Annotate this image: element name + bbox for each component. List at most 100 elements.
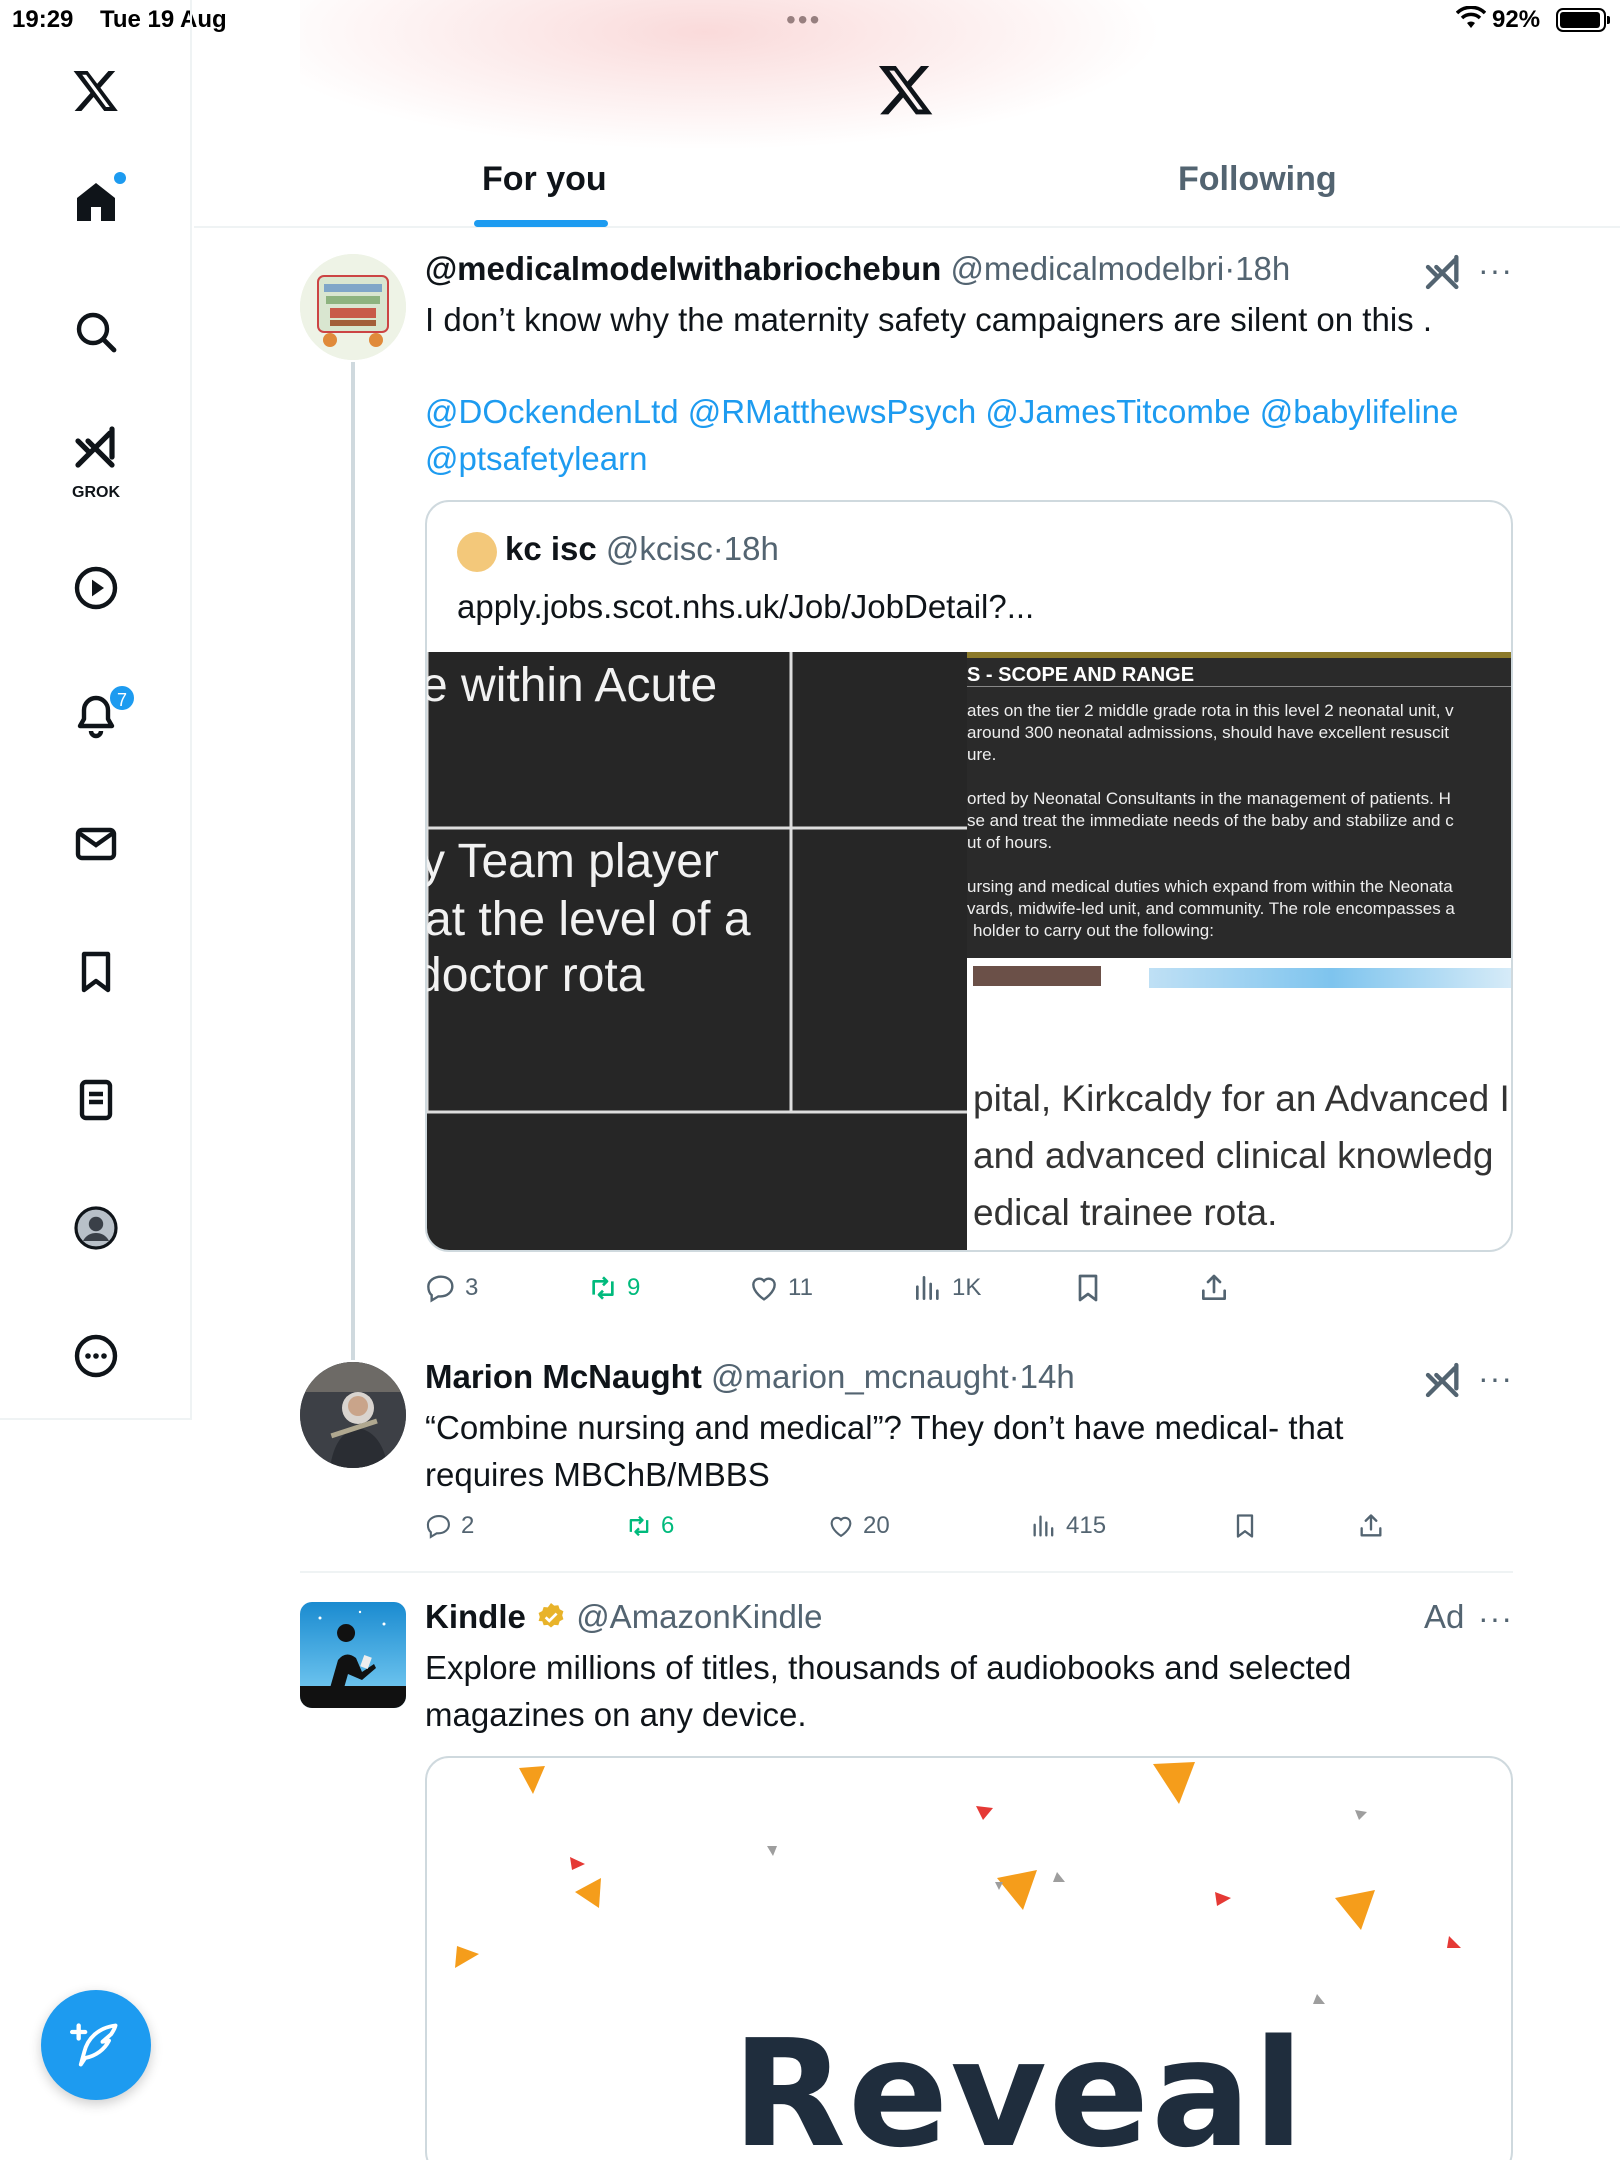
nav-video[interactable] (56, 548, 136, 628)
quoted-tweet[interactable]: kc isc @kcisc·18h apply.jobs.scot.nhs.uk… (425, 500, 1513, 1252)
reply-count: 3 (465, 1274, 479, 1301)
tab-following[interactable]: Following (1178, 160, 1337, 199)
bookmarks-icon (81, 951, 111, 993)
repost-icon (629, 1515, 649, 1537)
ad-media-card[interactable]: Reveal (425, 1756, 1513, 2160)
ad-card-title: Reveal (732, 2008, 1306, 2160)
more-options-icon[interactable]: ··· (1478, 252, 1513, 289)
tweet-time[interactable]: 14h (1020, 1358, 1075, 1395)
separator: · (1008, 1358, 1020, 1395)
tweet-text: Explore millions of titles, thousands of… (425, 1649, 1352, 1686)
quote-header: kc isc @kcisc·18h (505, 530, 779, 568)
views-button[interactable]: 415 (1030, 1512, 1106, 1540)
views-button[interactable]: 1K (912, 1272, 981, 1304)
quote-image-left[interactable]: e within Acute y Team player at the leve… (427, 652, 967, 1250)
author-handle[interactable]: @marion_mcnaught (711, 1358, 1009, 1395)
tweet-time[interactable]: 18h (1235, 250, 1290, 287)
avatar[interactable] (457, 532, 497, 572)
separator: · (1224, 250, 1236, 287)
repost-button[interactable]: 9 (587, 1272, 640, 1304)
doc-heading: S - SCOPE AND RANGE (967, 664, 1195, 686)
verified-icon (538, 1603, 564, 1628)
nav-bookmarks[interactable] (56, 932, 136, 1012)
author-name[interactable]: kc isc (505, 530, 597, 567)
author-handle[interactable]: @medicalmodelbri (950, 250, 1224, 287)
author-handle[interactable]: @kcisc (606, 530, 713, 567)
reply-icon (427, 1275, 454, 1303)
repost-icon (592, 1276, 614, 1300)
share-icon (1202, 1274, 1226, 1300)
repost-count: 9 (627, 1274, 641, 1301)
bookmark-icon (1236, 1514, 1254, 1538)
nav-grok[interactable]: GROK (56, 414, 136, 504)
tab-for-you[interactable]: For you (482, 160, 607, 199)
status-bar: 19:29 Tue 19 Aug ••• 92% (0, 0, 1620, 42)
home-icon (77, 183, 115, 221)
author-name[interactable]: @medicalmodelwithabriochebun (425, 250, 941, 287)
nav-explore[interactable] (56, 292, 136, 372)
tweet-time[interactable]: 18h (724, 530, 779, 567)
like-button[interactable]: 11 (748, 1272, 813, 1304)
tweet-text: I don’t know why the maternity safety ca… (425, 301, 1432, 338)
image-text: y Team player (427, 835, 719, 888)
more-options-icon[interactable]: ··· (1478, 1600, 1513, 1637)
reply-icon (426, 1515, 450, 1539)
wifi-icon (1455, 5, 1487, 37)
nav-more[interactable] (56, 1316, 136, 1396)
share-button[interactable] (1198, 1272, 1230, 1304)
author-name[interactable]: Marion McNaught (425, 1358, 702, 1395)
nav-messages[interactable] (56, 804, 136, 884)
bookmark-button[interactable] (1231, 1512, 1259, 1540)
like-count: 11 (788, 1274, 813, 1301)
separator: · (712, 530, 724, 567)
tweet-mentions[interactable]: @DOckendenLtd @RMatthewsPsych @JamesTitc… (425, 388, 1545, 435)
tweet-mentions[interactable]: @ptsafetylearn (425, 435, 647, 482)
battery-percent: 92% (1492, 6, 1541, 33)
reply-count: 2 (461, 1512, 475, 1539)
author-name[interactable]: Kindle (425, 1598, 526, 1635)
repost-button[interactable]: 6 (625, 1512, 674, 1540)
bookmark-icon (1078, 1274, 1098, 1302)
avatar[interactable] (300, 1602, 406, 1708)
x-logo-icon[interactable] (56, 50, 136, 130)
reply-button[interactable]: 3 (425, 1272, 478, 1304)
ad-label: Ad (1424, 1598, 1465, 1635)
tweet-header: Marion McNaught @marion_mcnaught·14h (425, 1358, 1075, 1396)
x-logo-icon[interactable] (877, 60, 935, 118)
multitasking-dots[interactable]: ••• (786, 4, 821, 36)
nav-home[interactable] (56, 162, 136, 242)
image-text: at the level of a (427, 893, 751, 946)
more-options-icon[interactable]: ··· (1478, 1360, 1513, 1397)
compose-button[interactable] (41, 1990, 151, 2100)
grok-icon (75, 426, 115, 468)
share-button[interactable] (1357, 1512, 1385, 1540)
like-count: 20 (863, 1512, 890, 1539)
active-tab-indicator (474, 220, 608, 227)
search-icon (76, 312, 117, 353)
reply-button[interactable]: 2 (425, 1512, 474, 1540)
image-text: doctor rota (427, 949, 645, 1002)
quote-image-right[interactable]: S - SCOPE AND RANGE ates on the tier 2 m… (967, 652, 1511, 1250)
view-count: 415 (1066, 1512, 1107, 1539)
grok-icon[interactable] (1423, 252, 1463, 292)
profile-icon (74, 1206, 118, 1250)
author-handle[interactable]: @AmazonKindle (576, 1598, 822, 1635)
grok-icon[interactable] (1423, 1360, 1463, 1400)
nav-profile[interactable] (56, 1188, 136, 1268)
doc-bottom-text: pital, Kirkcaldy for an Advanced I and a… (973, 1078, 1510, 1233)
tweet-text: requires MBChB/MBBS (425, 1456, 770, 1493)
nav-lists[interactable] (56, 1060, 136, 1140)
view-count: 1K (952, 1274, 982, 1301)
battery-icon (1556, 8, 1610, 32)
like-button[interactable]: 20 (827, 1512, 890, 1540)
tweet-text: magazines on any device. (425, 1696, 807, 1733)
tweet-text: “Combine nursing and medical”? They don’… (425, 1409, 1344, 1446)
bookmark-button[interactable] (1072, 1272, 1104, 1304)
avatar[interactable] (300, 1362, 406, 1468)
avatar[interactable] (300, 254, 406, 360)
like-icon (752, 1277, 776, 1301)
tweet-header: Kindle @AmazonKindle (425, 1598, 822, 1636)
messages-icon (75, 827, 117, 861)
nav-notifications[interactable]: 7 (56, 676, 136, 756)
quote-text[interactable]: apply.jobs.scot.nhs.uk/Job/JobDetail?... (457, 588, 1034, 626)
